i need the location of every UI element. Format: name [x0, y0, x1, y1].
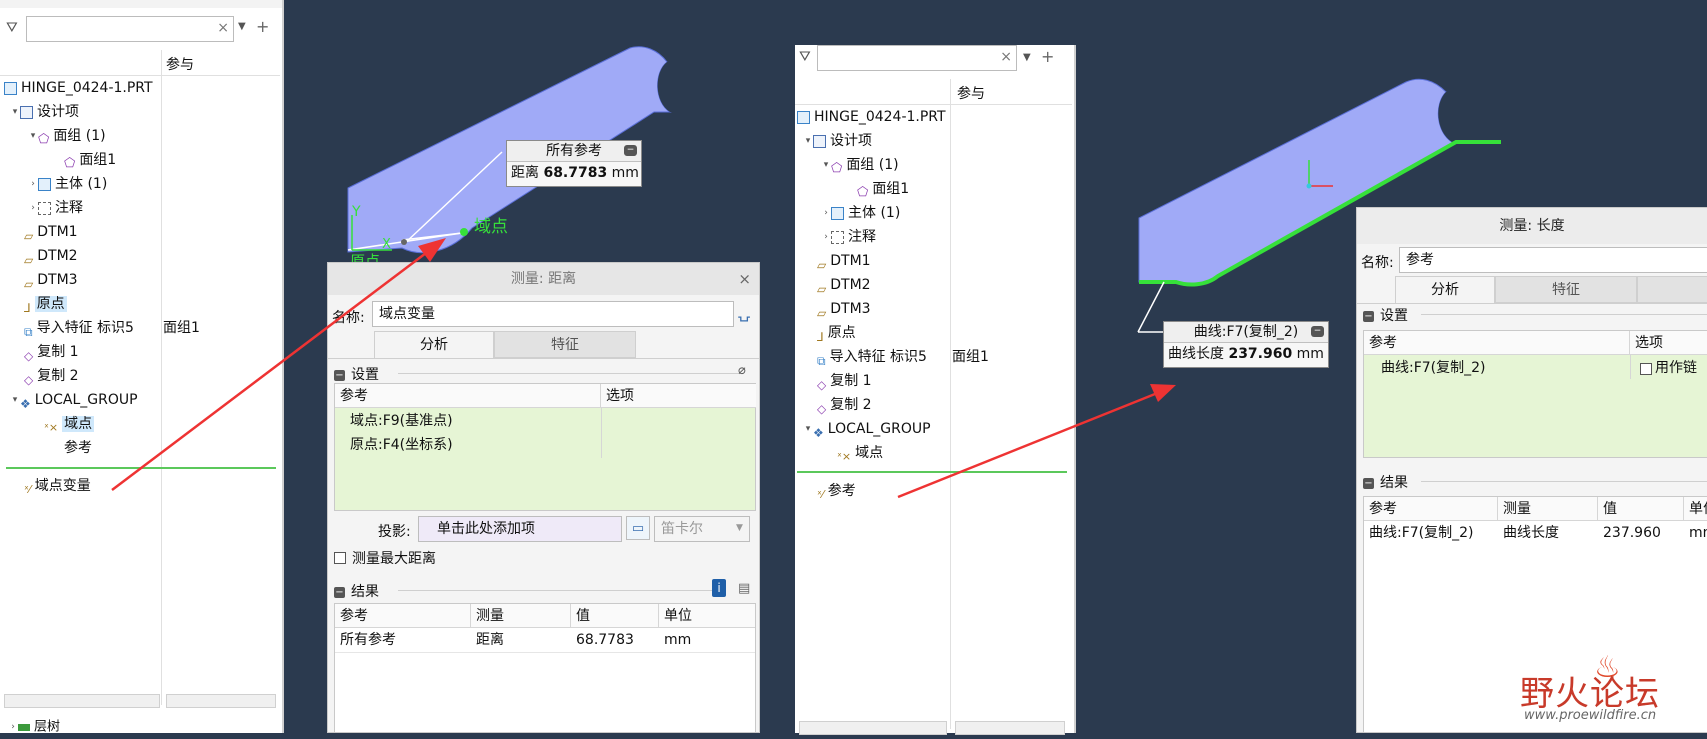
red-arrow-right	[897, 390, 1161, 499]
red-arrow-left	[111, 249, 431, 491]
forum-watermark: ♨ 野火论坛 www.proewildfire.cn	[1520, 650, 1700, 730]
red-arrow-left-head	[418, 238, 446, 262]
red-arrow-right-head	[1150, 384, 1176, 402]
annotation-arrows	[111, 238, 1176, 499]
watermark-url: www.proewildfire.cn	[1524, 708, 1657, 723]
